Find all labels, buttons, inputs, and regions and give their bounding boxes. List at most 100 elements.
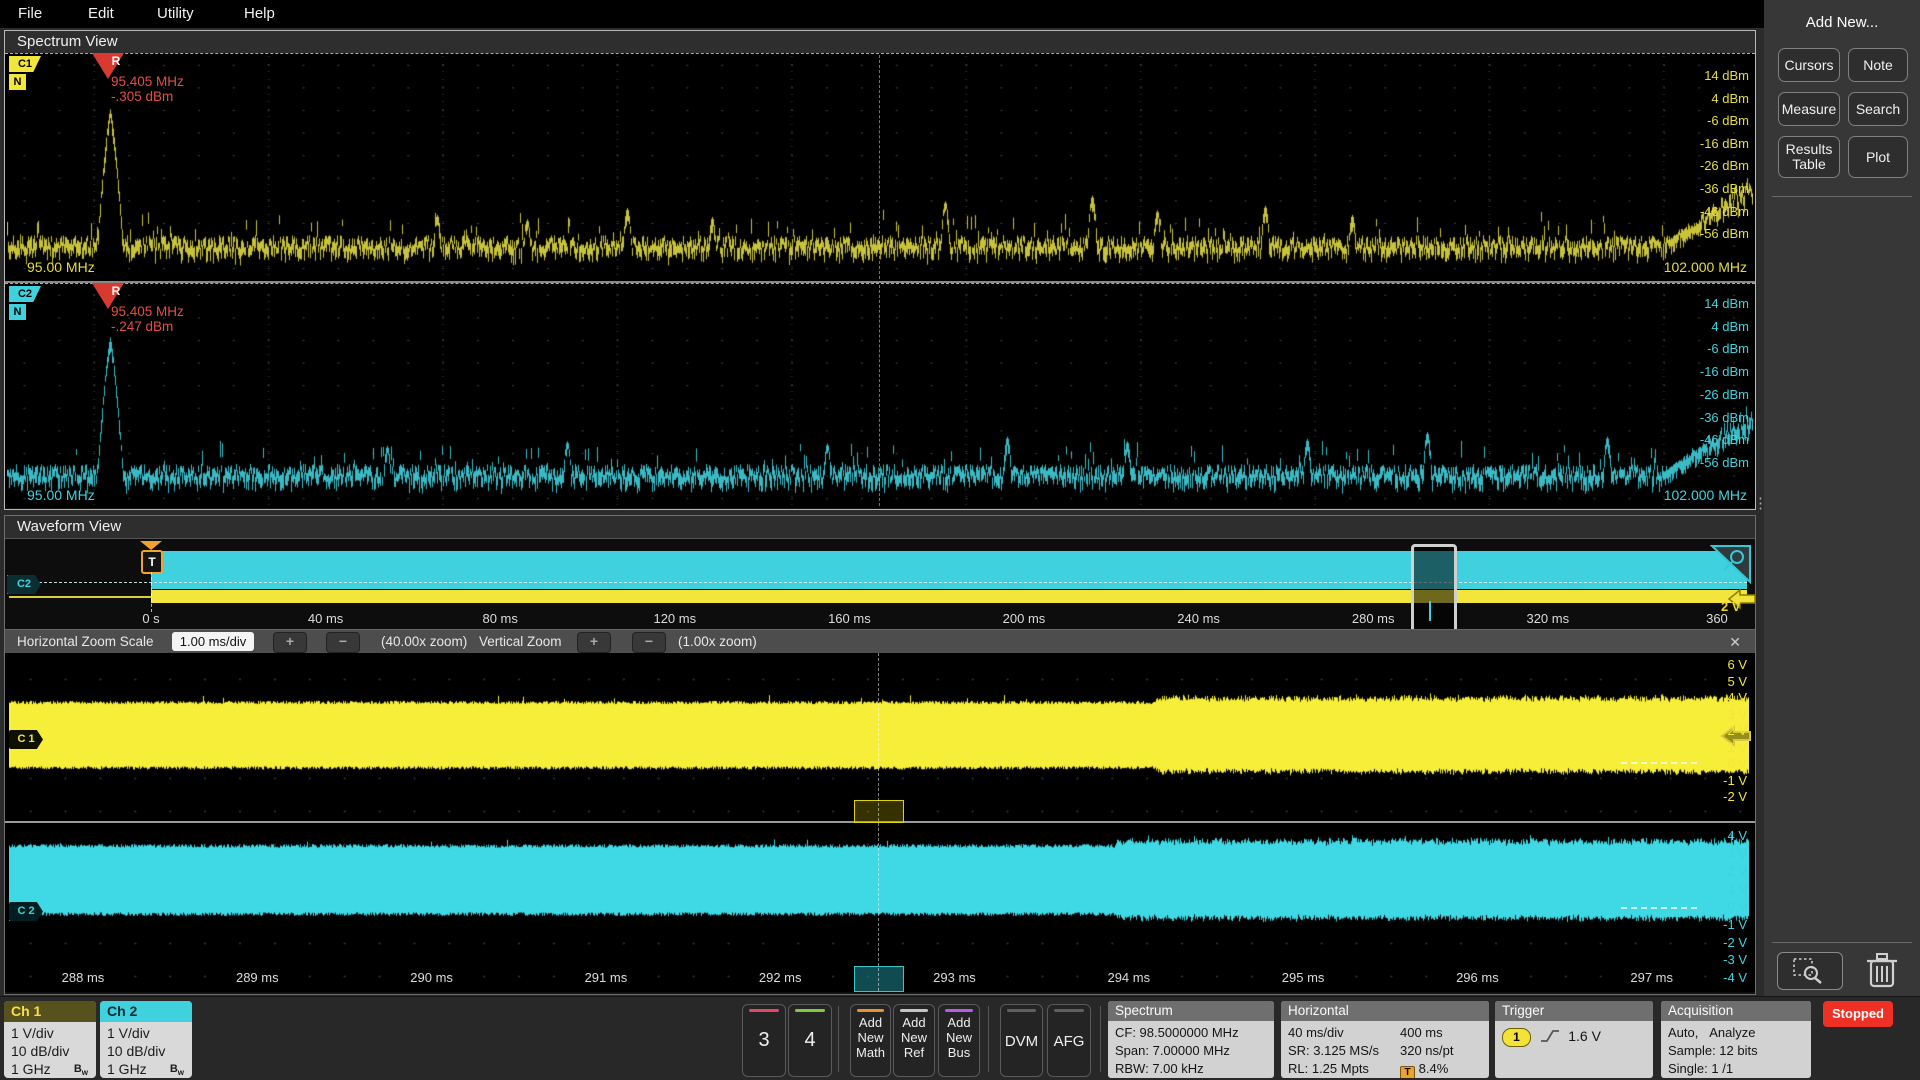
ch1-waveform-badge[interactable]: C 1 bbox=[9, 730, 43, 749]
sample-bits: Sample: 12 bits bbox=[1668, 1042, 1811, 1060]
dbm-axis-label: -56 dBm bbox=[1679, 226, 1749, 241]
measure-button[interactable]: Measure bbox=[1778, 92, 1840, 126]
zoom-center-line bbox=[878, 653, 879, 991]
menu-help[interactable]: Help bbox=[244, 5, 275, 22]
sidebar-divider bbox=[1772, 196, 1912, 197]
zoom-select-icon bbox=[1778, 953, 1840, 987]
sample-rate: SR: 3.125 MS/s bbox=[1288, 1042, 1400, 1060]
dbm-axis-label: -6 dBm bbox=[1679, 341, 1749, 356]
rising-edge-icon bbox=[1539, 1028, 1561, 1044]
ch4-button[interactable]: 4 bbox=[788, 1004, 832, 1077]
ch2-bw-limit-badge: Bw bbox=[170, 1060, 184, 1078]
ch2-badge-title: Ch 2 bbox=[100, 1001, 192, 1022]
ch1-voltage-label: -2 V bbox=[1687, 789, 1747, 804]
acquisition-mode: Auto, bbox=[1668, 1025, 1698, 1040]
h-zoom-in-button[interactable]: + bbox=[273, 632, 307, 653]
ref-color-stripe bbox=[900, 1009, 928, 1012]
dbm-axis-label: -6 dBm bbox=[1679, 113, 1749, 128]
zoom-time-label: 294 ms bbox=[1107, 970, 1150, 985]
reference-marker-label: R bbox=[103, 284, 129, 298]
ch3-button[interactable]: 3 bbox=[742, 1004, 786, 1077]
ch2-vertical-scale: 1 V/div bbox=[107, 1024, 192, 1042]
spectrum-trace-ch1[interactable] bbox=[7, 54, 1753, 280]
waveform-trace-ch2[interactable] bbox=[9, 824, 1749, 984]
results-table-button[interactable]: Results Table bbox=[1778, 136, 1840, 178]
add-new-math-button[interactable]: Add New Math bbox=[850, 1004, 891, 1077]
start-frequency-label: 95.00 MHz bbox=[27, 487, 95, 503]
dbm-axis-label: 4 dBm bbox=[1679, 319, 1749, 334]
acquisition-analyze: Analyze bbox=[1709, 1025, 1755, 1040]
waveform-view-title: Waveform View bbox=[5, 516, 1755, 539]
menu-file[interactable]: File bbox=[18, 5, 42, 22]
ch1-bandwidth: 1 GHzBw bbox=[11, 1060, 96, 1078]
zoom-selection-box[interactable] bbox=[1411, 544, 1457, 634]
marker-amplitude: -.247 dBm bbox=[111, 319, 173, 334]
overview-time-label: 0 s bbox=[142, 611, 159, 626]
ch1-event-box[interactable] bbox=[854, 800, 904, 823]
zoom-time-label: 290 ms bbox=[410, 970, 453, 985]
zoomed-waveform-area[interactable]: C 1 C 2 288 ms289 ms290 ms291 ms292 ms29… bbox=[5, 653, 1755, 992]
trigger-position-icon[interactable] bbox=[140, 541, 162, 550]
vertical-zoom-label: Vertical Zoom bbox=[479, 634, 562, 649]
ch2-voltage-label: -2 V bbox=[1687, 935, 1747, 950]
waveform-trace-ch1[interactable] bbox=[9, 655, 1749, 821]
ch2-waveform-badge[interactable]: C 2 bbox=[9, 902, 43, 921]
v-zoom-out-button[interactable]: − bbox=[632, 632, 666, 653]
horizontal-settings-panel[interactable]: Horizontal 40 ms/div400 ms SR: 3.125 MS/… bbox=[1281, 1001, 1489, 1078]
horizontal-panel-title: Horizontal bbox=[1281, 1001, 1489, 1021]
add-new-ref-button[interactable]: Add New Ref bbox=[893, 1004, 935, 1077]
menu-utility[interactable]: Utility bbox=[157, 5, 194, 22]
ch1-bw-limit-badge: Bw bbox=[74, 1060, 88, 1078]
normal-trace-badge-c2[interactable]: N bbox=[9, 304, 26, 320]
zoom-time-label: 289 ms bbox=[236, 970, 279, 985]
overview-time-label: 160 ms bbox=[828, 611, 871, 626]
stop-frequency-label: 102.000 MHz bbox=[1664, 487, 1747, 503]
oscilloscope-app: File Edit Utility Help Spectrum View C1 … bbox=[0, 0, 1920, 1080]
add-new-bus-button[interactable]: Add New Bus bbox=[938, 1004, 980, 1077]
ch1-voltage-label: 5 V bbox=[1687, 674, 1747, 689]
waveform-overview[interactable]: C2 T 2 V 0 s40 ms80 ms120 ms160 ms200 ms… bbox=[5, 539, 1755, 629]
afg-button[interactable]: AFG bbox=[1047, 1004, 1091, 1077]
spectrum-trace-ch2[interactable] bbox=[7, 284, 1753, 507]
trigger-settings-panel[interactable]: Trigger 1 1.6 V bbox=[1495, 1001, 1653, 1078]
menu-edit[interactable]: Edit bbox=[88, 5, 114, 22]
zoom-time-label: 292 ms bbox=[759, 970, 802, 985]
ch2-voltage-label: -3 V bbox=[1687, 952, 1747, 967]
acquisition-panel-title: Acquisition bbox=[1661, 1001, 1811, 1021]
center-frequency: CF: 98.5000000 MHz bbox=[1115, 1024, 1274, 1042]
overview-c2-tag[interactable]: C2 bbox=[7, 575, 41, 594]
ch2-spectrum-scale: 10 dB/div bbox=[107, 1042, 192, 1060]
close-zoom-icon[interactable]: ✕ bbox=[1729, 634, 1741, 651]
search-button[interactable]: Search bbox=[1848, 92, 1908, 126]
cursors-button[interactable]: Cursors bbox=[1778, 48, 1840, 82]
trigger-marker[interactable]: T bbox=[141, 550, 163, 574]
reference-marker-label: R bbox=[103, 54, 129, 68]
dvm-button[interactable]: DVM bbox=[1000, 1004, 1043, 1077]
ch2-event-box[interactable] bbox=[854, 966, 904, 992]
ch2-voltage-label: 1 V bbox=[1687, 881, 1747, 896]
stopped-status-button[interactable]: Stopped bbox=[1823, 1001, 1893, 1027]
zoom-overview-magnifier-icon[interactable] bbox=[1710, 544, 1752, 584]
single-count: Single: 1 /1 bbox=[1668, 1060, 1811, 1078]
overview-time-label: 280 ms bbox=[1352, 611, 1395, 626]
note-button[interactable]: Note bbox=[1848, 48, 1908, 82]
dbm-axis-label: 14 dBm bbox=[1679, 296, 1749, 311]
h-zoom-out-button[interactable]: − bbox=[326, 632, 360, 653]
horizontal-zoom-scale-label: Horizontal Zoom Scale bbox=[17, 634, 154, 649]
ch2-voltage-label: -1 V bbox=[1687, 917, 1747, 932]
normal-trace-badge-c1[interactable]: N bbox=[9, 74, 26, 90]
v-zoom-in-button[interactable]: + bbox=[577, 632, 611, 653]
overview-time-label: 200 ms bbox=[1003, 611, 1046, 626]
ch1-ground-marker bbox=[1621, 762, 1697, 764]
ch1-settings-badge[interactable]: Ch 1 1 V/div 10 dB/div 1 GHzBw bbox=[4, 1001, 96, 1078]
trash-icon[interactable] bbox=[1862, 950, 1902, 990]
ch2-settings-badge[interactable]: Ch 2 1 V/div 10 dB/div 1 GHzBw bbox=[100, 1001, 192, 1078]
spectrum-settings-panel[interactable]: Spectrum CF: 98.5000000 MHz Span: 7.0000… bbox=[1108, 1001, 1274, 1078]
zoom-time-label: 288 ms bbox=[62, 970, 105, 985]
zoom-select-button[interactable] bbox=[1777, 952, 1843, 990]
ch2-voltage-label: -4 V bbox=[1687, 970, 1747, 985]
horizontal-scale: 40 ms/div bbox=[1288, 1024, 1400, 1042]
plot-button[interactable]: Plot bbox=[1848, 136, 1908, 178]
acquisition-settings-panel[interactable]: Acquisition Auto, Analyze Sample: 12 bit… bbox=[1661, 1001, 1811, 1078]
zoom-scale-value[interactable]: 1.00 ms/div bbox=[172, 632, 254, 651]
